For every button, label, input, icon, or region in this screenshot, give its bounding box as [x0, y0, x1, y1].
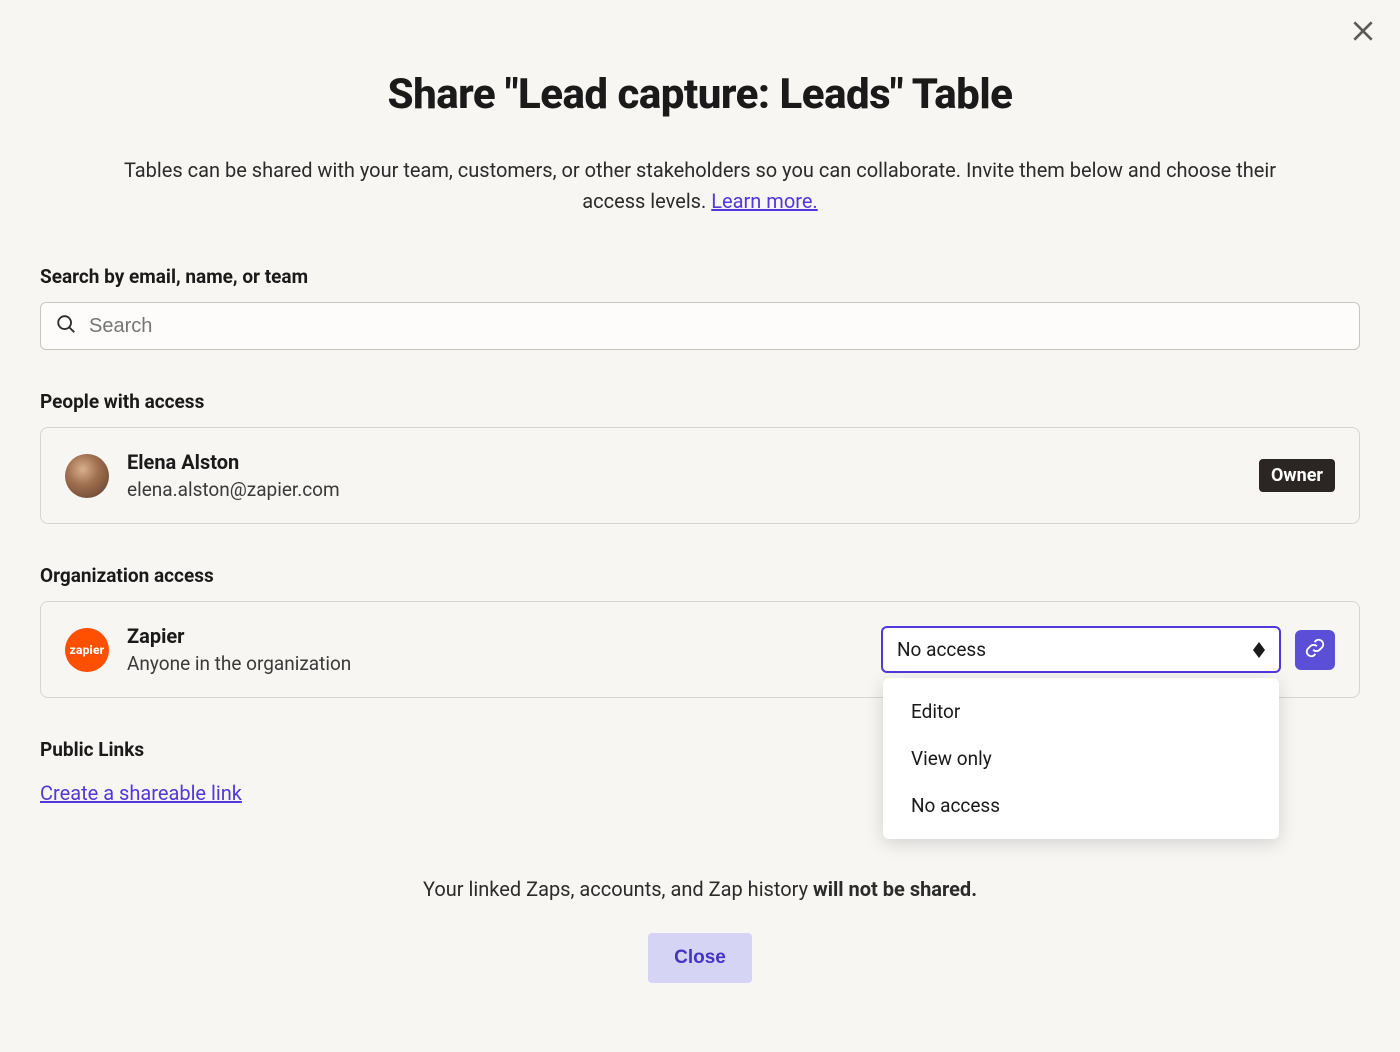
- link-icon: [1304, 637, 1326, 663]
- access-selected-value: No access: [897, 638, 986, 661]
- create-shareable-link[interactable]: Create a shareable link: [40, 781, 242, 805]
- access-dropdown: Editor View only No access: [883, 678, 1279, 839]
- person-info: Elena Alston elena.alston@zapier.com: [127, 450, 1241, 501]
- role-badge: Owner: [1259, 459, 1335, 492]
- people-heading: People with access: [40, 390, 1360, 413]
- subtitle-text: Tables can be shared with your team, cus…: [124, 158, 1276, 213]
- learn-more-link[interactable]: Learn more.: [711, 189, 817, 213]
- org-row: zapier Zapier Anyone in the organization…: [40, 601, 1360, 698]
- search-label: Search by email, name, or team: [40, 265, 1360, 288]
- footer-note: Your linked Zaps, accounts, and Zap hist…: [40, 877, 1360, 901]
- org-name: Zapier: [127, 624, 863, 648]
- copy-link-button[interactable]: [1295, 630, 1335, 670]
- search-input[interactable]: [89, 315, 1345, 338]
- share-dialog: Share "Lead capture: Leads" Table Tables…: [40, 70, 1360, 983]
- avatar: [65, 454, 109, 498]
- access-select[interactable]: No access Editor View only No access: [881, 626, 1281, 673]
- person-name: Elena Alston: [127, 450, 1241, 474]
- org-info: Zapier Anyone in the organization: [127, 624, 863, 675]
- dialog-subtitle: Tables can be shared with your team, cus…: [100, 155, 1300, 217]
- search-icon: [55, 313, 77, 339]
- search-field-wrap[interactable]: [40, 302, 1360, 350]
- chevron-updown-icon: [1253, 642, 1265, 658]
- footer-note-bold: will not be shared.: [813, 877, 977, 901]
- person-row: Elena Alston elena.alston@zapier.com Own…: [40, 427, 1360, 524]
- org-desc: Anyone in the organization: [127, 652, 863, 675]
- org-heading: Organization access: [40, 564, 1360, 587]
- close-icon[interactable]: [1350, 18, 1376, 48]
- close-button[interactable]: Close: [648, 933, 752, 983]
- dialog-title: Share "Lead capture: Leads" Table: [40, 70, 1360, 119]
- org-avatar-text: zapier: [70, 643, 105, 657]
- org-avatar: zapier: [65, 628, 109, 672]
- access-option-no-access[interactable]: No access: [883, 782, 1279, 829]
- access-option-view-only[interactable]: View only: [883, 735, 1279, 782]
- person-email: elena.alston@zapier.com: [127, 478, 1241, 501]
- footer-note-prefix: Your linked Zaps, accounts, and Zap hist…: [423, 877, 813, 901]
- access-option-editor[interactable]: Editor: [883, 688, 1279, 735]
